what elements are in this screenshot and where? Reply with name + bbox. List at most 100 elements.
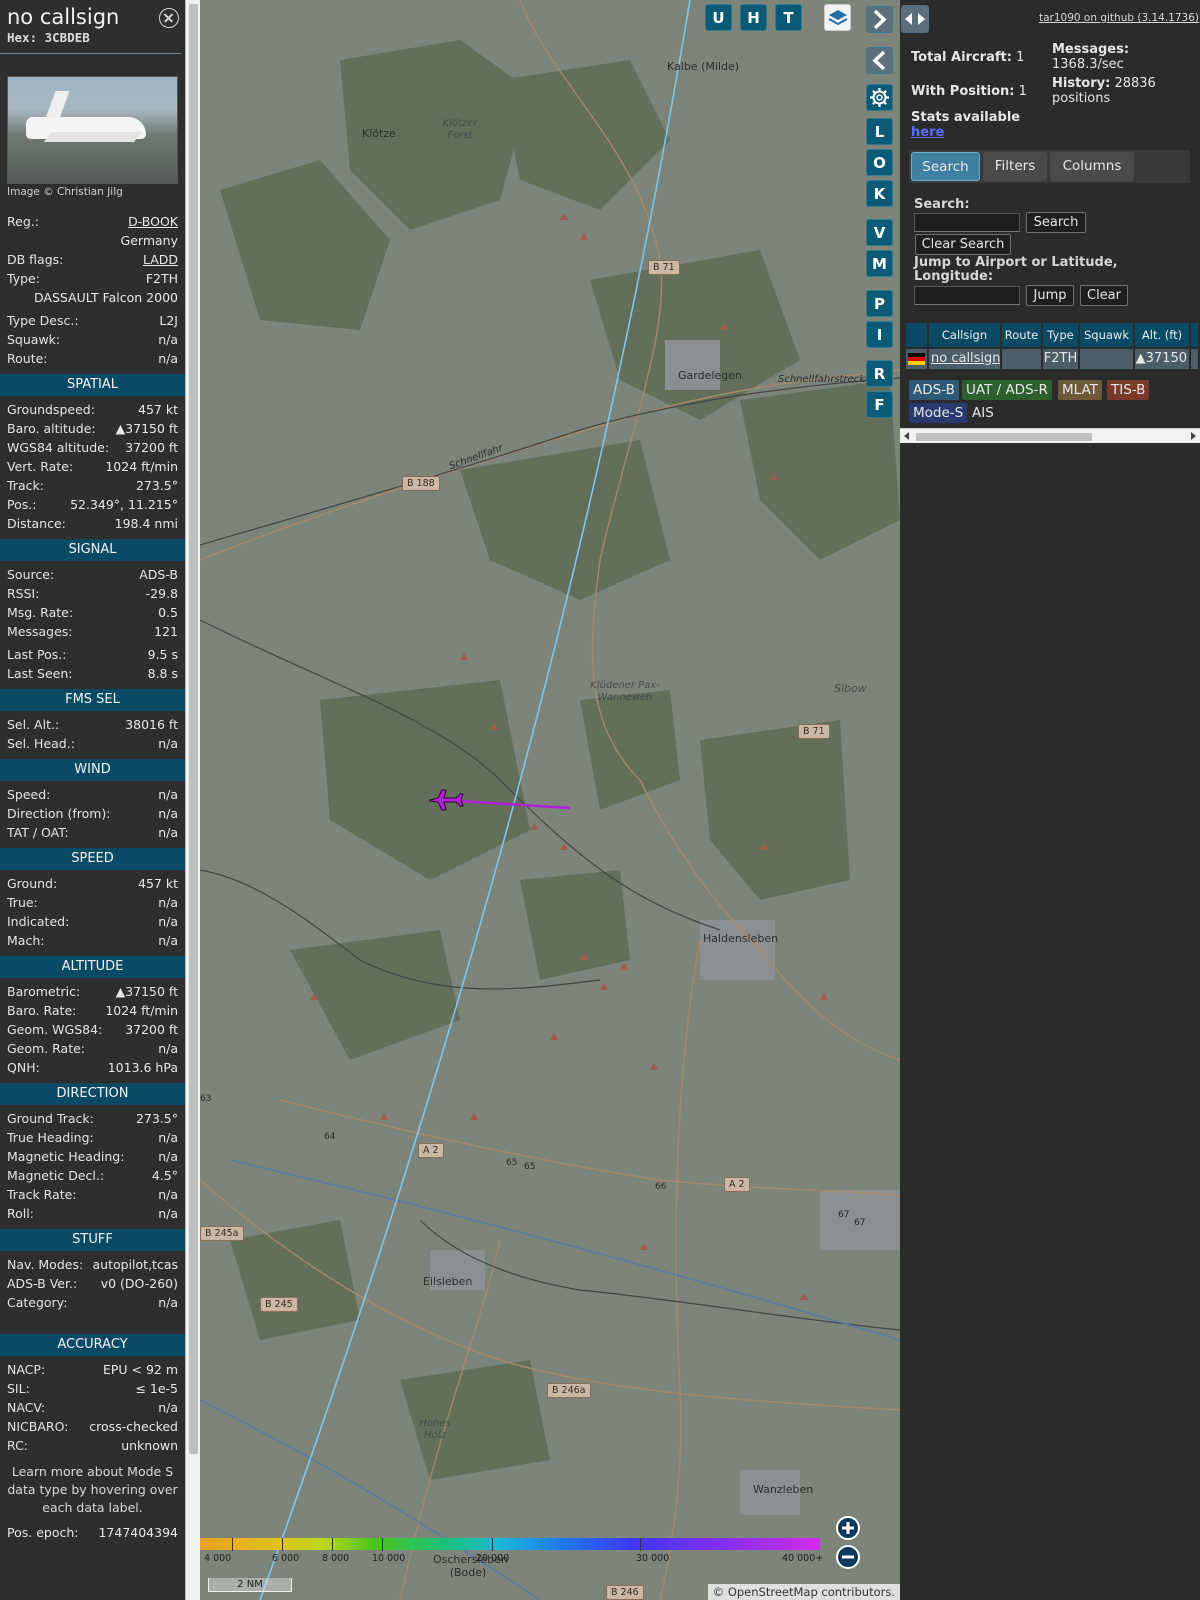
scrollbar-thumb[interactable] xyxy=(916,433,1092,441)
map[interactable]: Kalbe (Milde) Klötze Gardelegen Haldensl… xyxy=(200,0,900,1600)
info-label: NICBARO: xyxy=(7,1419,69,1434)
aircraft-icon[interactable] xyxy=(428,788,464,814)
road-b246a: B 246a xyxy=(547,1383,591,1398)
history-label: History: xyxy=(1052,76,1111,91)
info-value: n/a xyxy=(158,787,178,802)
label-km-65b: 65 xyxy=(524,1162,536,1172)
chevron-right-icon xyxy=(873,9,887,30)
info-label: NACP: xyxy=(7,1362,46,1377)
jump-button[interactable]: Jump xyxy=(1026,285,1074,306)
tab-columns[interactable]: Columns xyxy=(1050,152,1134,181)
place-gardelegen: Gardelegen xyxy=(678,369,742,382)
layers-button[interactable] xyxy=(824,4,851,31)
clear-search-button[interactable]: Clear Search xyxy=(915,234,1011,255)
info-label: Last Pos.: xyxy=(7,647,67,662)
close-icon[interactable] xyxy=(159,8,179,28)
button-t[interactable]: T xyxy=(775,4,802,31)
row-callsign[interactable]: no callsign xyxy=(929,349,1000,369)
clear-button[interactable]: Clear xyxy=(1080,285,1128,306)
road-b188: B 188 xyxy=(402,476,440,491)
label-km-64: 64 xyxy=(324,1132,336,1142)
info-value: 1024 ft/min xyxy=(105,459,178,474)
aircraft-photo[interactable] xyxy=(7,76,178,184)
info-row: Type Desc.: L2J xyxy=(0,311,185,330)
jump-input[interactable] xyxy=(914,286,1020,305)
button-v[interactable]: V xyxy=(866,219,893,246)
map-attribution[interactable]: © OpenStreetMap contributors. xyxy=(707,1584,900,1600)
info-label: Source: xyxy=(7,567,55,582)
alt-tick xyxy=(492,1538,493,1551)
alt-label-6000: 6 000 xyxy=(272,1553,300,1564)
info-value: autopilot,tcas xyxy=(92,1257,178,1272)
zoom-out-button[interactable] xyxy=(836,1545,860,1569)
info-value: -29.8 xyxy=(145,586,178,601)
button-u[interactable]: U xyxy=(705,4,732,31)
button-m[interactable]: M xyxy=(866,250,893,277)
zoom-in-button[interactable] xyxy=(836,1516,860,1540)
button-i[interactable]: I xyxy=(866,321,893,348)
info-panel-scrollbar[interactable] xyxy=(185,0,200,1600)
place-kalbe: Kalbe (Milde) xyxy=(667,60,739,73)
info-label: Distance: xyxy=(7,516,66,531)
info-value: Germany xyxy=(120,233,178,248)
info-label: Type: xyxy=(7,271,40,286)
button-h[interactable]: H xyxy=(740,4,767,31)
info-value: ≤ 1e-5 xyxy=(135,1381,178,1396)
info-label: Pos.: xyxy=(7,497,37,512)
scroll-left-icon[interactable] xyxy=(904,432,909,440)
button-o[interactable]: O xyxy=(866,149,893,176)
col-callsign[interactable]: Callsign xyxy=(929,323,1000,347)
info-row: Sel. Head.: n/a xyxy=(0,734,185,753)
with-position-label: With Position: xyxy=(911,84,1015,99)
scrollbar-thumb[interactable] xyxy=(189,4,198,1454)
button-f[interactable]: F xyxy=(866,391,893,418)
toggle-sidebar-button[interactable] xyxy=(901,5,929,33)
col-squawk[interactable]: Squawk xyxy=(1080,323,1133,347)
col-flag[interactable] xyxy=(906,323,927,347)
info-value[interactable]: LADD xyxy=(143,250,178,269)
info-row: Source: ADS-B xyxy=(0,565,185,584)
info-value: 457 kt xyxy=(138,876,178,891)
tab-filters[interactable]: Filters xyxy=(983,152,1047,181)
info-row: Type: F2TH xyxy=(0,269,185,288)
source-chip-ads-b: ADS-B xyxy=(909,380,959,400)
info-value: n/a xyxy=(158,825,178,840)
expand-right-button[interactable] xyxy=(866,6,893,33)
scroll-right-icon[interactable] xyxy=(1191,432,1196,440)
collapse-left-button[interactable] xyxy=(866,47,893,74)
info-value: EPU < 92 m xyxy=(102,1362,178,1377)
tab-search[interactable]: Search xyxy=(911,152,980,181)
info-label: Baro. Rate: xyxy=(7,1003,77,1018)
stats-link[interactable]: here xyxy=(911,125,944,140)
place-sibow: Sibow xyxy=(834,682,867,695)
col-type[interactable]: Type xyxy=(1043,323,1078,347)
table-horizontal-scrollbar[interactable] xyxy=(900,428,1200,443)
road-a2-east: A 2 xyxy=(724,1177,750,1192)
info-value[interactable]: D-BOOK xyxy=(128,212,178,231)
alt-tick xyxy=(382,1538,383,1551)
info-value: 273.5° xyxy=(135,478,178,493)
alt-label-10000: 10 000 xyxy=(372,1553,406,1564)
col-route[interactable]: Route xyxy=(1002,323,1041,347)
button-r[interactable]: R xyxy=(866,360,893,387)
github-link[interactable]: tar1090 on github (3.14.1736) xyxy=(1039,12,1199,24)
info-label: Direction (from): xyxy=(7,806,111,821)
search-input[interactable] xyxy=(914,213,1020,232)
alt-label-8000: 8 000 xyxy=(322,1553,350,1564)
info-label: Barometric: xyxy=(7,984,81,999)
selected-callsign: no callsign xyxy=(7,5,120,29)
col-alt[interactable]: Alt. (ft) xyxy=(1135,323,1189,347)
road-b246: B 246 xyxy=(606,1585,644,1600)
source-chip-tis-b: TIS-B xyxy=(1107,380,1150,400)
info-value: 37200 ft xyxy=(125,440,178,455)
search-button[interactable]: Search xyxy=(1026,212,1086,233)
settings-button[interactable] xyxy=(866,84,893,111)
button-l[interactable]: L xyxy=(866,118,893,145)
button-p[interactable]: P xyxy=(866,290,893,317)
info-row: Baro. Rate: 1024 ft/min xyxy=(0,1001,185,1020)
info-row: Ground Track: 273.5° xyxy=(0,1109,185,1128)
info-value: 4.5° xyxy=(151,1168,178,1183)
info-value: v0 (DO-260) xyxy=(100,1276,178,1291)
info-row: Magnetic Heading: n/a xyxy=(0,1147,185,1166)
button-k[interactable]: K xyxy=(866,180,893,207)
